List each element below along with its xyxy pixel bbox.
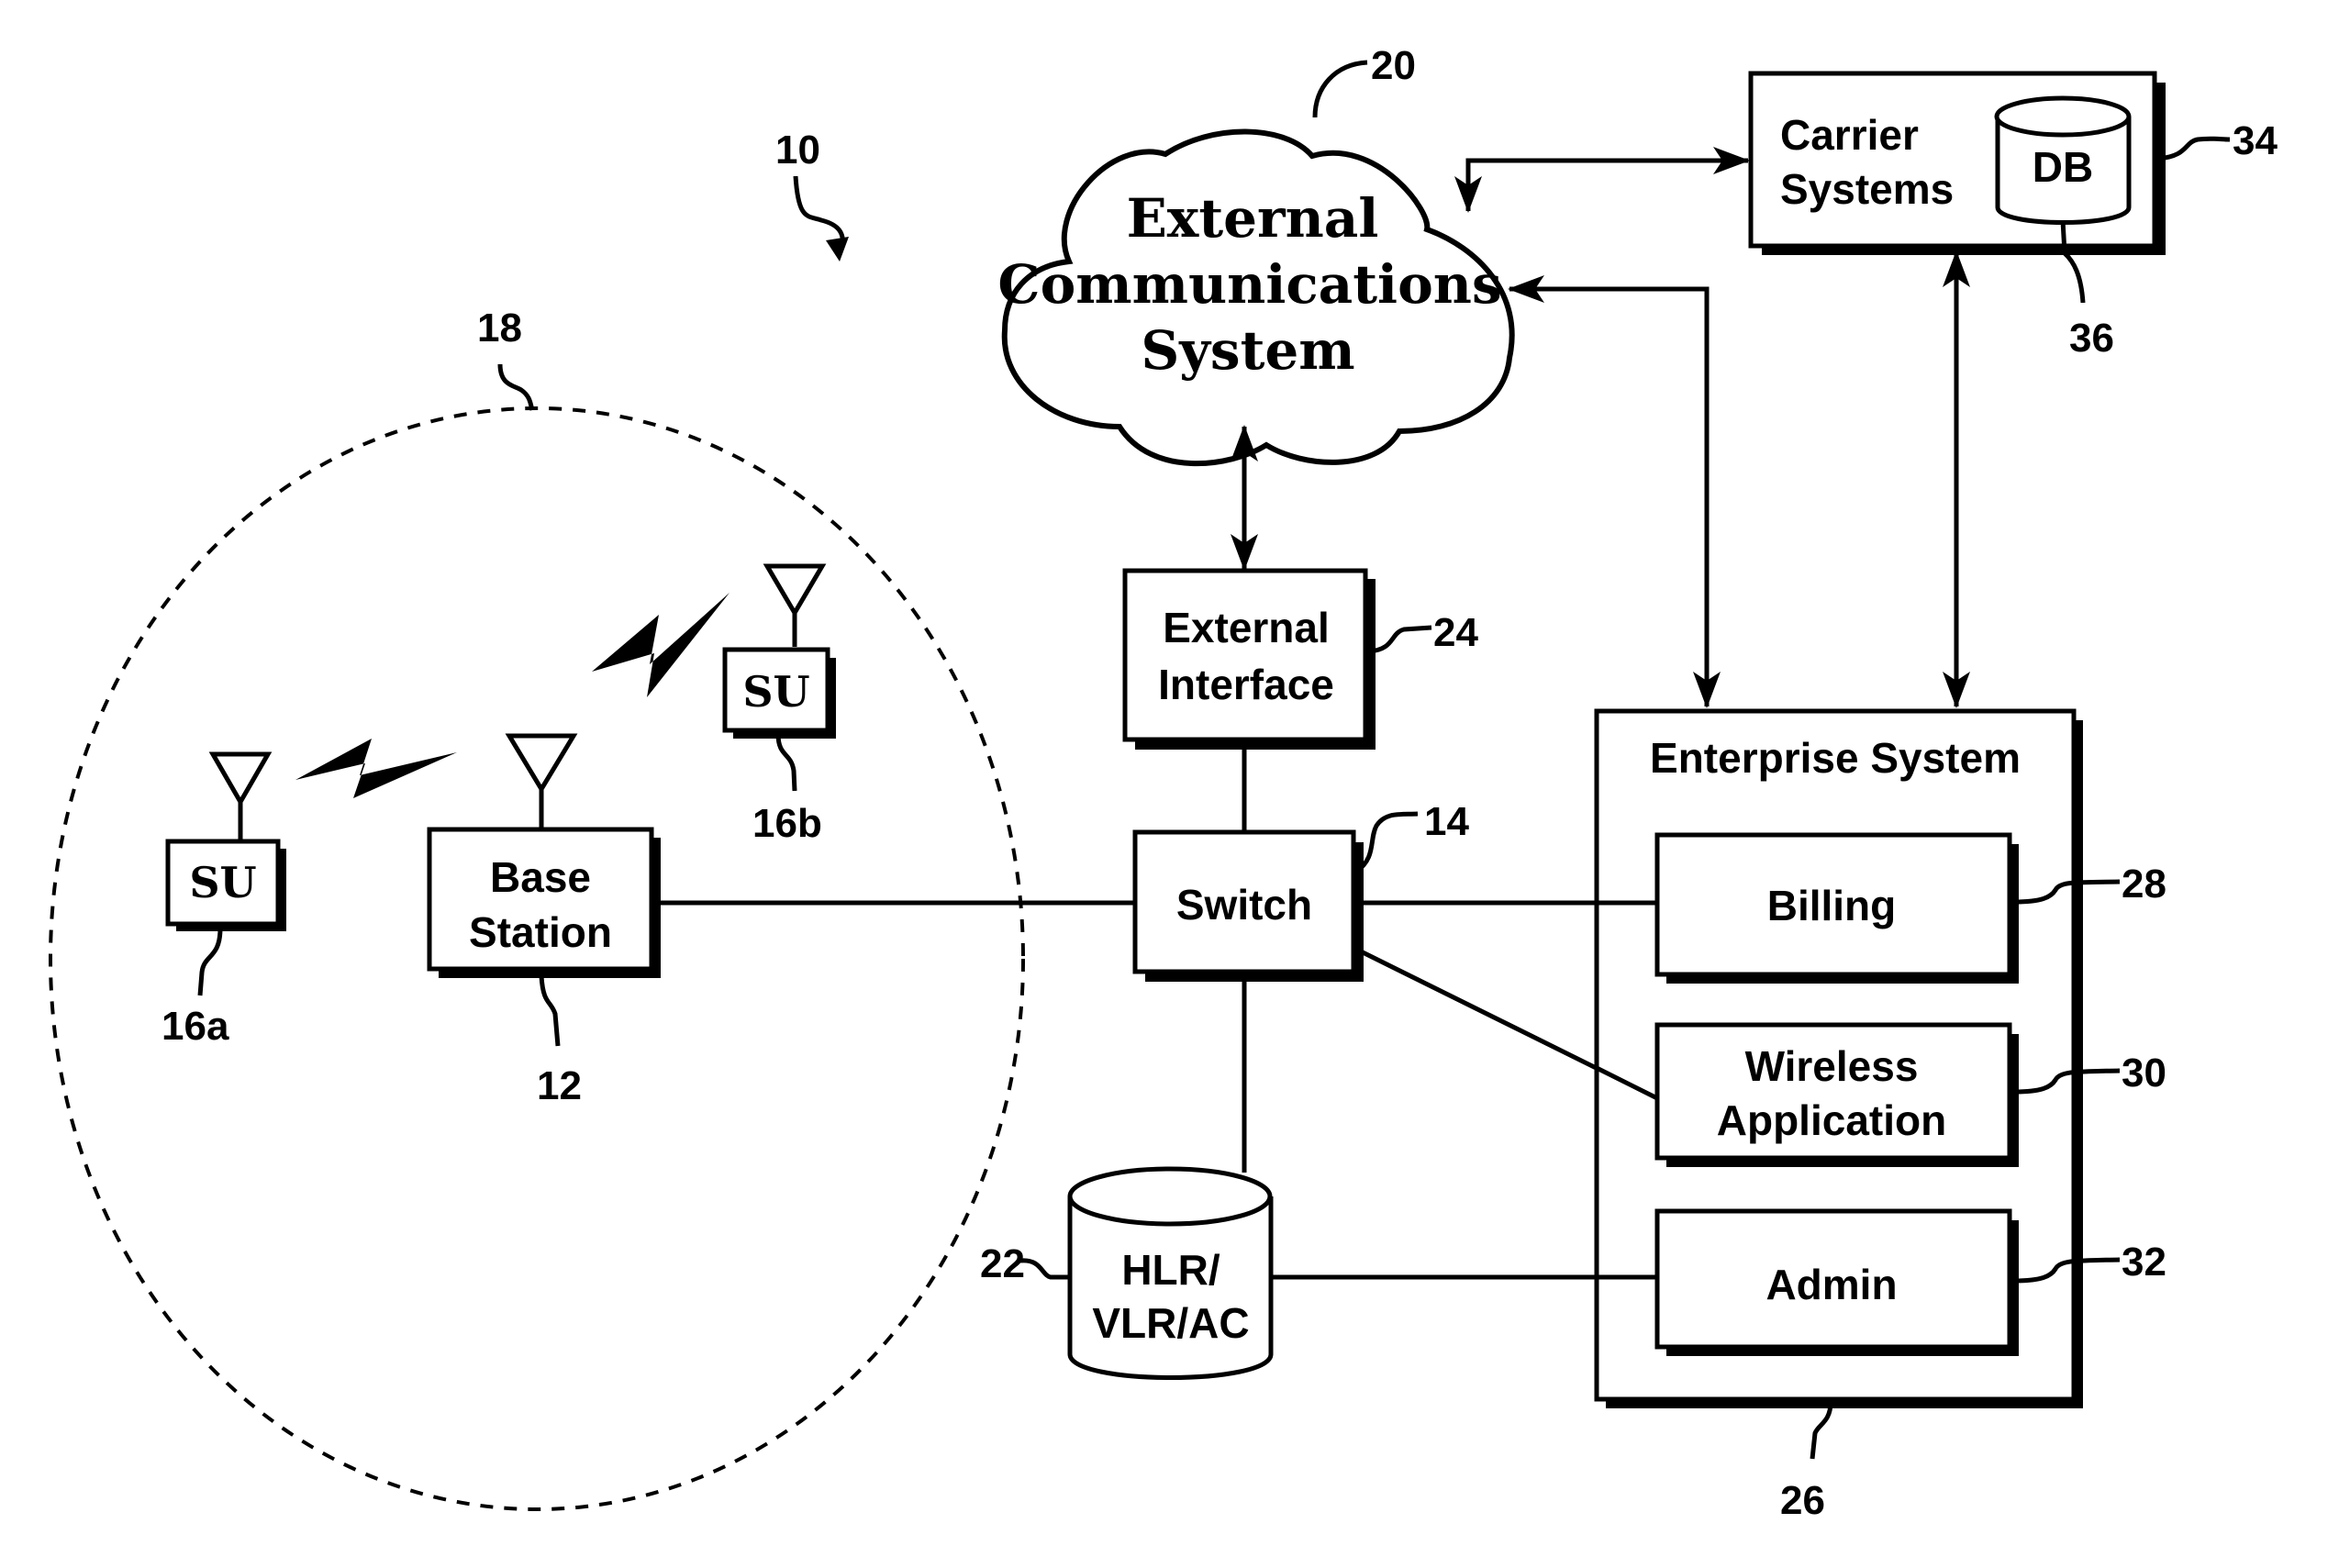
wireless-link-icon <box>592 593 730 697</box>
hlr-vlr-ac-database: HLR/ VLR/AC 22 <box>980 1166 1274 1380</box>
ext-comm-label-line2: Communications <box>997 253 1501 316</box>
ref-36: 36 <box>2069 316 2114 361</box>
leader-line-34 <box>2157 136 2231 161</box>
leader-line-22 <box>1019 1258 1070 1280</box>
external-interface-label-line2: Interface <box>1158 661 1334 708</box>
su-label: SU <box>189 858 256 907</box>
ref-20: 20 <box>1371 43 1416 88</box>
ref-26: 26 <box>1780 1478 1825 1523</box>
carrier-systems: Carrier Systems DB 36 34 <box>1748 71 2278 361</box>
base-station: Base Station 12 <box>427 733 661 1108</box>
admin-label: Admin <box>1765 1261 1897 1308</box>
carrier-label-line1: Carrier <box>1780 111 1919 159</box>
antenna-icon <box>505 733 578 829</box>
enterprise-title: Enterprise System <box>1650 734 2021 782</box>
ext-comm-label-line3: System <box>1141 319 1354 382</box>
ref-32: 32 <box>2122 1240 2166 1284</box>
ref-22: 22 <box>980 1241 1025 1286</box>
subscriber-unit-16b: SU 16b <box>722 563 836 846</box>
antenna-icon <box>208 751 273 842</box>
leader-line-10 <box>793 175 845 247</box>
hlr-cylinder-top <box>1067 1166 1273 1227</box>
db-label: DB <box>2033 143 2093 191</box>
leader-line-14 <box>1354 811 1419 874</box>
module-admin: Admin 32 <box>1654 1208 2166 1356</box>
switch-label: Switch <box>1176 881 1312 929</box>
leader-line-26 <box>1810 1401 1833 1460</box>
carrier-label-line2: Systems <box>1780 165 1954 213</box>
base-station-label-line1: Base <box>490 853 591 901</box>
ext-comm-label-line1: External <box>1127 187 1379 250</box>
wireless-application-label-line2: Application <box>1717 1096 1946 1144</box>
leader-line-16b <box>775 733 797 792</box>
ref-16b: 16b <box>752 801 822 846</box>
hlr-label-line1: HLR/ <box>1121 1246 1220 1294</box>
external-interface-label-line1: External <box>1163 604 1330 651</box>
subscriber-unit-16a: SU 16a <box>162 751 286 1049</box>
su-label: SU <box>742 667 809 717</box>
module-wireless-application: Wireless Application 30 <box>1654 1022 2166 1167</box>
ref-16a: 16a <box>162 1004 229 1049</box>
ref-24: 24 <box>1433 610 1478 655</box>
wireless-link-icon <box>295 739 457 798</box>
ref-30: 30 <box>2122 1051 2166 1095</box>
system-diagram: 10 18 SU 16a SU 16b Base Station 12 Exte… <box>49 43 2278 1523</box>
link-cloud-enterprise <box>1508 275 1721 708</box>
ref-34: 34 <box>2233 118 2278 163</box>
ref-18: 18 <box>477 306 522 350</box>
ref-10: 10 <box>775 128 820 172</box>
leader-line-24 <box>1368 625 1432 654</box>
module-billing: Billing 28 <box>1654 832 2166 984</box>
system-reference: 10 <box>775 128 849 261</box>
enterprise-system: Enterprise System Billing 28 Wireless Ap… <box>1594 708 2166 1523</box>
hlr-label-line2: VLR/AC <box>1092 1299 1249 1347</box>
ref-12: 12 <box>537 1063 582 1108</box>
antenna-icon <box>763 563 827 647</box>
ref-14: 14 <box>1424 799 1469 844</box>
leader-line-18 <box>497 363 535 411</box>
external-communications-system: External Communications System 20 <box>997 43 1515 467</box>
arrowhead-10 <box>826 237 849 261</box>
billing-label: Billing <box>1767 882 1897 929</box>
external-interface-box <box>1122 568 1368 742</box>
ref-28: 28 <box>2122 862 2166 906</box>
switch: Switch 14 <box>1132 799 1469 982</box>
base-station-label-line2: Station <box>469 908 612 956</box>
external-interface: External Interface 24 <box>1122 568 1478 750</box>
leader-line-12 <box>539 975 561 1047</box>
leader-line-20 <box>1312 60 1368 118</box>
wireless-application-label-line1: Wireless <box>1745 1042 1919 1090</box>
link-cloud-carrier <box>1454 147 1750 213</box>
leader-line-16a <box>197 928 223 996</box>
